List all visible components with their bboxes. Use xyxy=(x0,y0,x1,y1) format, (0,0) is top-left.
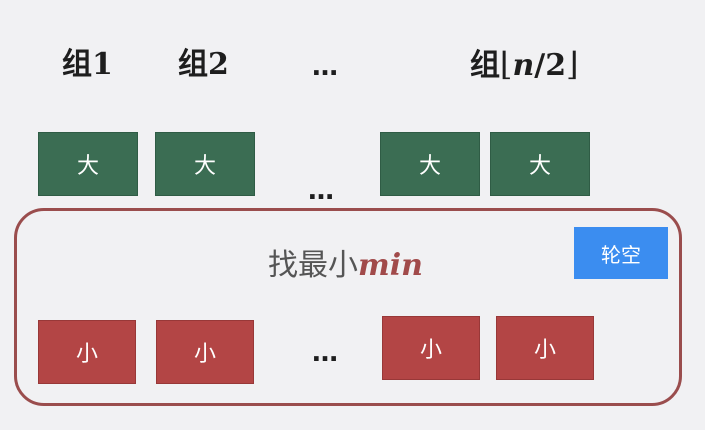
group-label-last: 组⌊n/2⌋ xyxy=(470,48,579,81)
small-box-2: 小 xyxy=(156,320,254,384)
big-box-3: 大 xyxy=(380,132,480,196)
small-box-1: 小 xyxy=(38,320,136,384)
big-box-4: 大 xyxy=(490,132,590,196)
big-box-2: 大 xyxy=(155,132,255,196)
floor-right-bracket: ⌋ xyxy=(566,45,579,83)
group-label-1: 组1 xyxy=(62,50,113,80)
group-n: n xyxy=(512,48,535,83)
big-row-ellipsis: … xyxy=(308,176,335,206)
group-prefix: 组 xyxy=(62,47,92,82)
group-label-2: 组2 xyxy=(178,50,229,80)
group-prefix: 组 xyxy=(470,48,500,83)
floor-left-bracket: ⌊ xyxy=(500,45,513,83)
small-box-3: 小 xyxy=(382,316,480,380)
group-prefix: 组 xyxy=(178,47,208,82)
group-slash: / xyxy=(534,48,546,83)
group-ellipsis: … xyxy=(312,52,339,82)
panel-title-text: 找最小 xyxy=(268,248,358,283)
bye-badge: 轮空 xyxy=(574,227,668,279)
small-box-4: 小 xyxy=(496,316,594,380)
panel-title: 找最小min xyxy=(268,240,423,284)
small-row-ellipsis: … xyxy=(312,338,339,368)
panel-title-min: min xyxy=(358,248,423,283)
group-number: 1 xyxy=(92,47,113,82)
big-box-1: 大 xyxy=(38,132,138,196)
group-number: 2 xyxy=(208,47,229,82)
group-two: 2 xyxy=(545,48,567,83)
